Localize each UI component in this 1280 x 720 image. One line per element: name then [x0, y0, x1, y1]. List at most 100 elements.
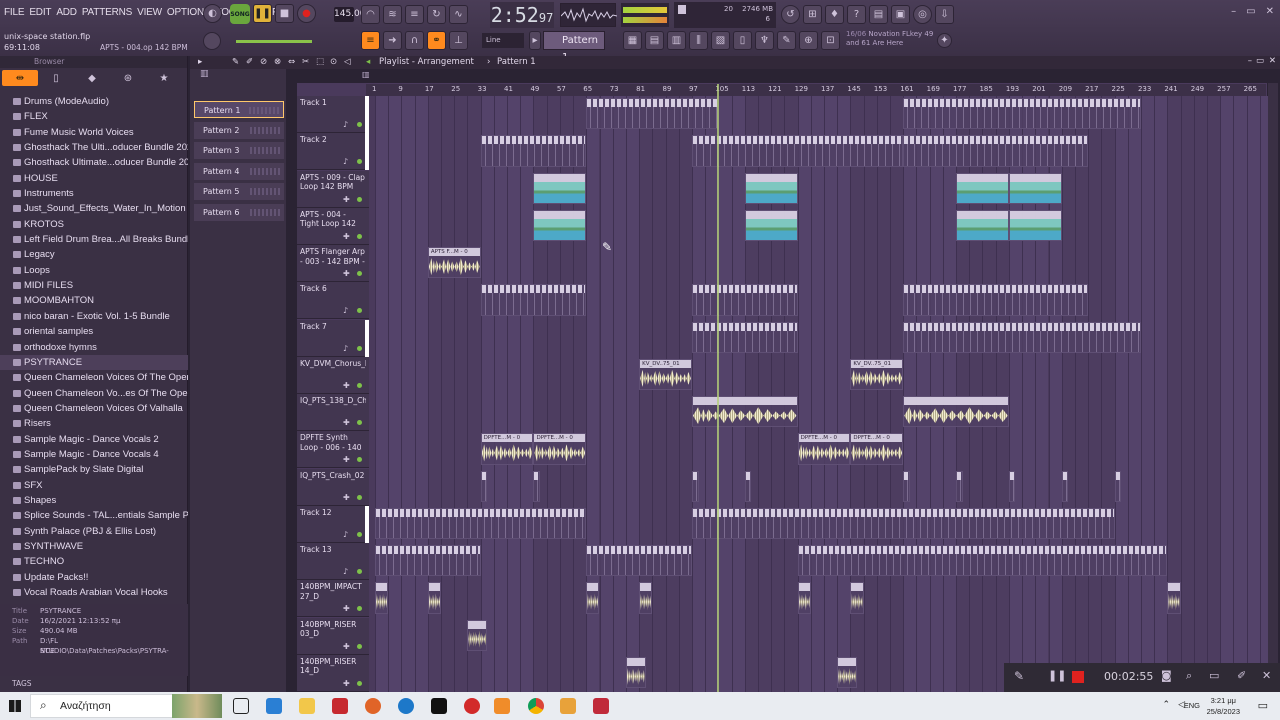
- track-mute-icon[interactable]: [357, 569, 362, 574]
- download-icon[interactable]: ⇩: [935, 5, 954, 24]
- track-header[interactable]: APTS Flanger Arp - 003 - 142 BPM - ✚: [297, 245, 369, 282]
- browser-folder-item[interactable]: Sample Magic - Dance Vocals 2: [0, 432, 188, 447]
- pattern-selector[interactable]: Pattern 1: [543, 31, 605, 63]
- browser-folder-item[interactable]: Fume Music World Voices: [0, 125, 188, 140]
- playlist-clip[interactable]: DPFTE...M - 0: [797, 433, 851, 465]
- camera-icon[interactable]: ◙: [1161, 669, 1172, 682]
- prev-pattern-icon[interactable]: ▸: [529, 31, 541, 50]
- loop-record-icon[interactable]: ↻: [427, 5, 446, 24]
- link-icon[interactable]: ⚭: [427, 31, 446, 50]
- track-mute-icon[interactable]: [357, 382, 362, 388]
- step-forward-icon[interactable]: ➜: [383, 31, 402, 50]
- maximize-icon[interactable]: ▭: [1246, 6, 1255, 17]
- track-mute-icon[interactable]: [357, 345, 362, 351]
- playlist-clip[interactable]: [691, 507, 1115, 539]
- track-mute-icon[interactable]: [357, 159, 362, 165]
- playlist-clip[interactable]: [625, 656, 646, 688]
- settings-icon[interactable]: ✦: [937, 33, 952, 48]
- arrangement-grid[interactable]: APTS F...M - 0 KV_DV..75_01 KV_DV..75_01 DP…: [369, 96, 1273, 692]
- news-panel[interactable]: 16/06 Novation FLkey 49 and 61 Are Here: [846, 30, 933, 48]
- language-indicator[interactable]: ENG: [1184, 701, 1200, 710]
- app-screen-recorder-icon[interactable]: [593, 698, 609, 714]
- playlist-maximize-icon[interactable]: ▭: [1256, 56, 1264, 66]
- playlist-clip[interactable]: [533, 209, 587, 241]
- mixer-icon[interactable]: ⊞: [803, 5, 822, 24]
- browser-folder-item[interactable]: PSYTRANCE: [0, 354, 188, 371]
- track-header[interactable]: APTS - 009 - Clap Loop 142 BPM ✚: [297, 170, 369, 208]
- browser-folder-item[interactable]: Splice Sounds - TAL...entials Sample Pac…: [0, 508, 188, 523]
- browser-folder-item[interactable]: orthodoxe hymns: [0, 340, 188, 355]
- browser-folder-item[interactable]: Left Field Drum Brea...All Breaks Bundle: [0, 232, 188, 247]
- playlist-clip[interactable]: [903, 284, 1089, 316]
- browser-folder-item[interactable]: Queen Chameleon Voices Of Valhalla: [0, 401, 188, 416]
- playlist-clip[interactable]: [903, 135, 1089, 167]
- playhead[interactable]: [717, 84, 719, 692]
- playback-tool-icon[interactable]: ◁: [344, 57, 351, 67]
- minimize-icon[interactable]: –: [1231, 6, 1236, 17]
- render-icon[interactable]: ▣: [891, 5, 910, 24]
- track-header[interactable]: Track 2 ♪: [297, 133, 369, 171]
- plugin-picker-icon[interactable]: ▯: [733, 31, 752, 50]
- browser-tab-star-icon[interactable]: ★: [146, 70, 182, 86]
- track-header[interactable]: IQ_PTS_138_D_Chant_Loop_10_(Wet) ✚: [297, 394, 369, 431]
- browser-folder-item[interactable]: FLEX: [0, 109, 188, 124]
- browser-folder-item[interactable]: Ghosthack Ultimate...oducer Bundle 2022: [0, 155, 188, 170]
- pen-icon[interactable]: ✎: [1014, 669, 1024, 683]
- playlist-clip[interactable]: [744, 172, 798, 204]
- pattern-list-icon[interactable]: ▥: [200, 69, 209, 79]
- snap-select[interactable]: Line: [482, 33, 524, 48]
- playlist-clip[interactable]: [903, 321, 1141, 353]
- browser-folder-item[interactable]: Sample Magic - Dance Vocals 4: [0, 447, 188, 462]
- playlist-clip[interactable]: [903, 470, 910, 502]
- playlist-clip[interactable]: [1008, 209, 1062, 241]
- track-mute-icon[interactable]: [357, 233, 362, 239]
- playlist-clip[interactable]: [744, 209, 798, 241]
- track-header[interactable]: 140BPM_RISER 03_D ✚: [297, 617, 369, 655]
- browser-folder-item[interactable]: oriental samples: [0, 324, 188, 339]
- track-mute-icon[interactable]: [357, 457, 362, 463]
- playlist-window-icon[interactable]: ▦: [623, 31, 642, 50]
- browser-folder-item[interactable]: Just_Sound_Effects_Water_In_Motion: [0, 201, 188, 216]
- playlist-clip[interactable]: APTS F...M - 0: [427, 247, 481, 279]
- recorder-close-icon[interactable]: ✕: [1262, 669, 1271, 682]
- taskbar-clock[interactable]: 3:21 μμ 25/8/2023: [1207, 695, 1240, 717]
- playlist-clip[interactable]: [586, 545, 692, 577]
- playlist-clip[interactable]: DPFTE...M - 0: [850, 433, 904, 465]
- pattern-item[interactable]: Pattern 4: [194, 162, 284, 180]
- close-icon[interactable]: ✕: [1266, 6, 1274, 17]
- track-mute-icon[interactable]: [357, 606, 362, 612]
- track-header[interactable]: KV_DVM_Chorus_Ens_1_D_75_01 ✚: [297, 356, 369, 394]
- magnet-icon[interactable]: ∩: [405, 31, 424, 50]
- browser-folder-item[interactable]: KROTOS: [0, 217, 188, 232]
- chat-icon[interactable]: ◎: [913, 5, 932, 24]
- browser-folder-item[interactable]: Ghosthack The Ulti...oducer Bundle 2020: [0, 140, 188, 155]
- file-explorer-icon[interactable]: [299, 698, 315, 714]
- browser-tab-plugins-icon[interactable]: ◆: [74, 70, 110, 86]
- windows-start-icon[interactable]: [9, 700, 21, 712]
- playlist-clip[interactable]: [903, 396, 1009, 428]
- slice-tool-icon[interactable]: ✂: [302, 57, 309, 67]
- playlist-clip[interactable]: [375, 507, 587, 539]
- browser-folder-item[interactable]: SFX: [0, 478, 188, 493]
- browser-folder-item[interactable]: TECHNO: [0, 554, 188, 569]
- countdown-icon[interactable]: ≡: [405, 5, 424, 24]
- browser-folder-item[interactable]: Queen Chameleon Vo...es Of The Opera II: [0, 386, 188, 401]
- browser-folder-item[interactable]: nico baran - Exotic Vol. 1-5 Bundle: [0, 309, 188, 324]
- playlist-clip[interactable]: [1008, 470, 1016, 502]
- browser-folder-item[interactable]: Legacy: [0, 247, 188, 262]
- browser-folder-item[interactable]: Queen Chameleon Voices Of The Opera: [0, 370, 188, 385]
- comment-icon[interactable]: ▭: [1209, 669, 1219, 682]
- master-volume-knob-icon[interactable]: [203, 32, 221, 50]
- pattern-item[interactable]: Pattern 5: [194, 183, 284, 200]
- mute-tool-icon[interactable]: ⊗: [274, 57, 281, 67]
- track-mute-icon[interactable]: [357, 271, 362, 276]
- track-header[interactable]: Track 13 ♪: [297, 543, 369, 580]
- browser-folder-item[interactable]: MIDI FILES: [0, 278, 188, 293]
- tags-label[interactable]: TAGS: [12, 679, 32, 688]
- track-mute-icon[interactable]: [357, 494, 362, 500]
- playlist-clip[interactable]: [797, 582, 811, 614]
- menu-item-file[interactable]: File: [4, 7, 25, 18]
- browser-folder-item[interactable]: Shapes: [0, 493, 188, 508]
- browser-folder-item[interactable]: MOOMBAHTON: [0, 293, 188, 308]
- playlist-clip[interactable]: [691, 135, 904, 167]
